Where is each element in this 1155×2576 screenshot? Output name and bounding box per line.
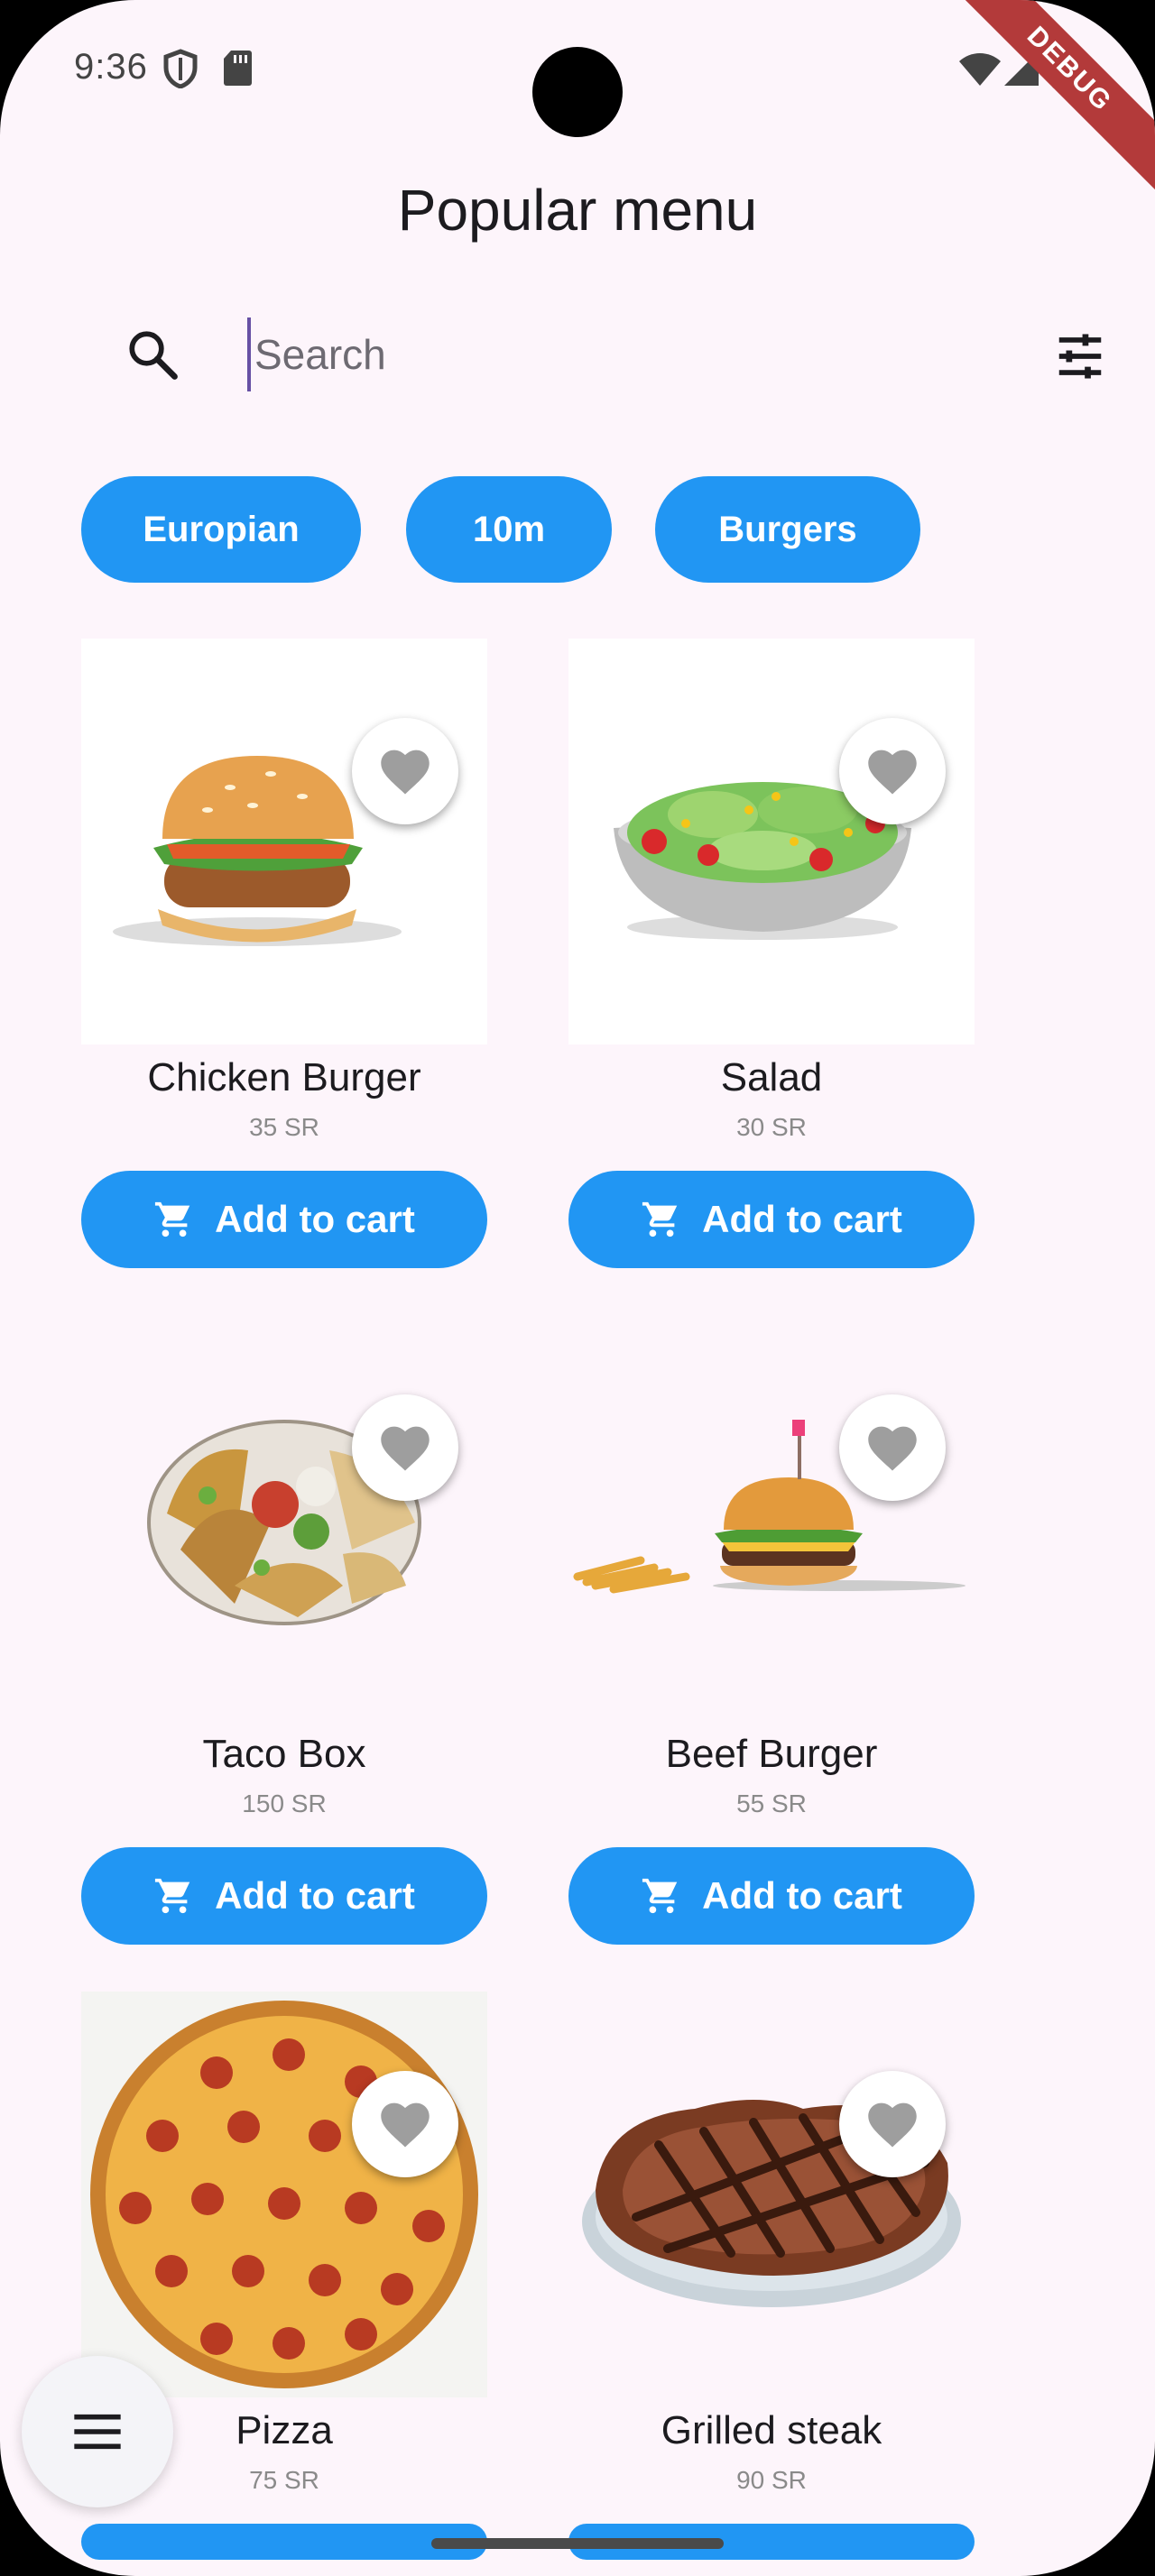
chip-burgers[interactable]: Burgers xyxy=(655,476,920,583)
menu-fab-button[interactable] xyxy=(22,2356,173,2507)
add-to-cart-label: Add to cart xyxy=(215,1198,415,1240)
item-price: 30 SR xyxy=(736,1113,807,1141)
home-indicator[interactable] xyxy=(431,2538,724,2549)
item-price: 35 SR xyxy=(249,1113,319,1141)
heart-icon xyxy=(381,2102,430,2148)
search-input[interactable] xyxy=(247,317,976,391)
pizza-image xyxy=(81,1992,487,2397)
item-price: 150 SR xyxy=(242,1789,327,1817)
item-name: Beef Burger xyxy=(665,1732,878,1776)
heart-icon xyxy=(381,1426,430,1471)
page-title: Popular menu xyxy=(397,178,758,243)
add-to-cart-button[interactable]: Add to cart xyxy=(81,1847,487,1945)
wifi-icon xyxy=(959,53,1001,86)
chicken-burger-image xyxy=(81,639,487,1044)
favorite-button[interactable] xyxy=(839,1394,946,1501)
favorite-button[interactable] xyxy=(352,718,458,824)
heart-icon xyxy=(868,1426,917,1471)
salad-image xyxy=(568,639,975,1044)
item-name: Chicken Burger xyxy=(147,1055,421,1099)
heart-icon xyxy=(381,750,430,795)
taco-box-image xyxy=(81,1315,487,1721)
filter-sliders-icon[interactable] xyxy=(1050,328,1110,384)
favorite-button[interactable] xyxy=(839,718,946,824)
hamburger-menu-icon xyxy=(74,2414,121,2450)
beef-burger-image xyxy=(568,1315,975,1721)
add-to-cart-button[interactable] xyxy=(81,2524,487,2560)
cart-icon xyxy=(642,1878,678,1914)
grilled-steak-image xyxy=(568,1992,975,2397)
search-icon[interactable] xyxy=(125,327,180,382)
app-screen: 9:36 DEBUG Popular menu Europian 10m Bur… xyxy=(0,0,1155,2576)
add-to-cart-label: Add to cart xyxy=(215,1874,415,1917)
add-to-cart-label: Add to cart xyxy=(702,1874,902,1917)
item-price: 90 SR xyxy=(736,2466,807,2494)
item-name: Taco Box xyxy=(202,1732,366,1776)
item-name: Salad xyxy=(720,1055,823,1099)
favorite-button[interactable] xyxy=(352,1394,458,1501)
debug-banner: DEBUG xyxy=(947,0,1155,192)
shield-icon xyxy=(163,49,198,88)
front-camera xyxy=(532,47,623,137)
item-price: 55 SR xyxy=(736,1789,807,1817)
sd-card-icon xyxy=(224,51,252,86)
cart-icon xyxy=(155,1878,190,1914)
heart-icon xyxy=(868,2102,917,2148)
add-to-cart-button[interactable]: Add to cart xyxy=(81,1171,487,1268)
status-time: 9:36 xyxy=(74,47,148,87)
chip-10m[interactable]: 10m xyxy=(406,476,612,583)
cart-icon xyxy=(155,1201,190,1237)
favorite-button[interactable] xyxy=(839,2071,946,2177)
add-to-cart-button[interactable]: Add to cart xyxy=(568,1847,975,1945)
cart-icon xyxy=(642,1201,678,1237)
heart-icon xyxy=(868,750,917,795)
add-to-cart-label: Add to cart xyxy=(702,1198,902,1240)
favorite-button[interactable] xyxy=(352,2071,458,2177)
item-name: Grilled steak xyxy=(661,2408,882,2452)
add-to-cart-button[interactable]: Add to cart xyxy=(568,1171,975,1268)
chip-europian[interactable]: Europian xyxy=(81,476,361,583)
